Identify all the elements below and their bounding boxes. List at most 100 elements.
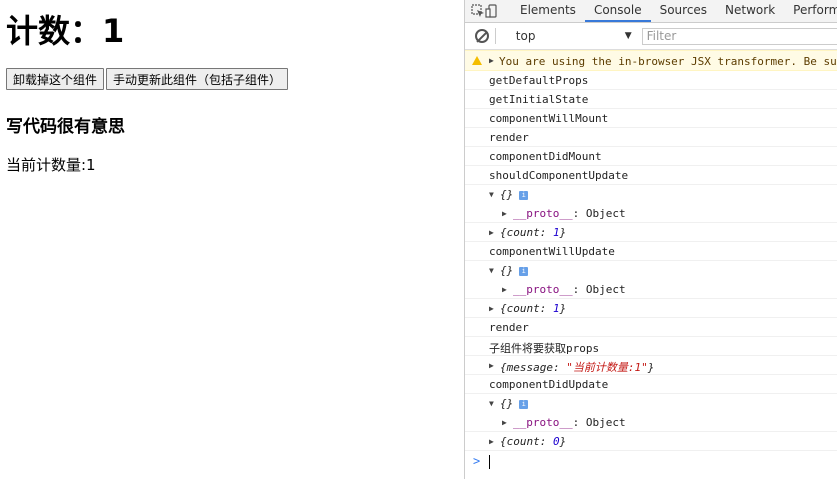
obj-close: } bbox=[559, 302, 567, 315]
log-line: componentWillMount bbox=[465, 109, 837, 128]
log-object[interactable]: ▼ {} i ▶ __proto__: Object bbox=[465, 394, 837, 432]
obj-number: 0 bbox=[552, 435, 560, 448]
context-selector[interactable]: top ▼ bbox=[516, 29, 632, 43]
obj-key: {count: bbox=[500, 226, 553, 239]
context-label: top bbox=[515, 29, 536, 43]
unmount-button[interactable]: 卸载掉这个组件 bbox=[6, 68, 105, 90]
log-object[interactable]: ▶ {message: "当前计数量:1"} bbox=[465, 356, 837, 375]
proto-key: __proto__ bbox=[513, 416, 573, 429]
log-text: componentDidMount bbox=[489, 150, 602, 163]
object-braces: {} bbox=[500, 188, 514, 201]
expand-triangle-icon[interactable]: ▶ bbox=[502, 209, 507, 218]
obj-key: {count: bbox=[500, 302, 553, 315]
log-object[interactable]: ▶ {count: 1} bbox=[465, 299, 837, 318]
button-group: 卸载掉这个组件 手动更新此组件（包括子组件） bbox=[6, 68, 290, 90]
inspect-icon[interactable] bbox=[471, 1, 485, 21]
console-log: ▶ You are using the in-browser JSX trans… bbox=[465, 50, 837, 473]
object-preview: {} i bbox=[500, 264, 529, 277]
object-preview: {} i bbox=[500, 188, 529, 201]
proto-value: : Object bbox=[572, 416, 626, 429]
page-content: 计数：1 卸载掉这个组件 手动更新此组件（包括子组件） 写代码很有意思 当前计数… bbox=[0, 0, 464, 479]
collapse-triangle-icon[interactable]: ▼ bbox=[489, 399, 494, 408]
obj-number: 1 bbox=[552, 302, 560, 315]
log-line: getDefaultProps bbox=[465, 71, 837, 90]
toolbar-separator bbox=[494, 28, 496, 44]
obj-key: {count: bbox=[500, 435, 553, 448]
expand-triangle-icon[interactable]: ▶ bbox=[502, 285, 507, 294]
log-line: render bbox=[465, 318, 837, 337]
expand-triangle-icon[interactable]: ▶ bbox=[489, 228, 494, 237]
proto-value: : Object bbox=[572, 207, 626, 220]
expand-triangle-icon[interactable]: ▶ bbox=[489, 361, 494, 370]
object-braces: {} bbox=[500, 397, 514, 410]
info-icon: i bbox=[519, 191, 529, 200]
count-text: 当前计数量:1 bbox=[6, 156, 96, 174]
expand-triangle-icon[interactable]: ▶ bbox=[502, 418, 507, 427]
tab-network[interactable]: Network bbox=[716, 0, 784, 22]
object-preview: {message: "当前计数量:1"} bbox=[500, 359, 655, 374]
obj-string: "当前计数量:1" bbox=[566, 361, 648, 374]
console-warning[interactable]: ▶ You are using the in-browser JSX trans… bbox=[465, 50, 837, 71]
log-line: shouldComponentUpdate bbox=[465, 166, 837, 185]
proto-entry: __proto__: Object bbox=[513, 283, 626, 296]
log-object[interactable]: ▼ {} i ▶ __proto__: Object bbox=[465, 261, 837, 299]
obj-key: {message: bbox=[500, 361, 567, 374]
log-line: render bbox=[465, 128, 837, 147]
obj-number: 1 bbox=[552, 226, 560, 239]
object-preview: {count: 1} bbox=[500, 226, 566, 239]
log-text: getInitialState bbox=[489, 93, 589, 106]
log-text: shouldComponentUpdate bbox=[489, 169, 629, 182]
object-preview: {count: 0} bbox=[500, 435, 566, 448]
log-object[interactable]: ▼ {} i ▶ __proto__: Object bbox=[465, 185, 837, 223]
log-line: getInitialState bbox=[465, 90, 837, 109]
proto-entry: __proto__: Object bbox=[513, 416, 626, 429]
log-object[interactable]: ▶ {count: 1} bbox=[465, 223, 837, 242]
log-text: getDefaultProps bbox=[489, 74, 589, 87]
info-icon: i bbox=[519, 267, 529, 276]
log-line: componentWillUpdate bbox=[465, 242, 837, 261]
tab-sources[interactable]: Sources bbox=[651, 0, 716, 22]
proto-entry: __proto__: Object bbox=[513, 207, 626, 220]
info-icon: i bbox=[519, 400, 529, 409]
sub-heading: 写代码很有意思 bbox=[6, 117, 125, 137]
log-text: render bbox=[489, 321, 529, 334]
obj-close: } bbox=[647, 361, 655, 374]
expand-triangle-icon[interactable]: ▶ bbox=[489, 56, 494, 65]
tab-elements[interactable]: Elements bbox=[511, 0, 585, 22]
console-prompt[interactable]: > bbox=[465, 451, 837, 473]
log-object[interactable]: ▶ {count: 0} bbox=[465, 432, 837, 451]
text-caret bbox=[489, 455, 490, 469]
warning-icon bbox=[472, 56, 482, 65]
obj-close: } bbox=[559, 226, 567, 239]
clear-console-icon[interactable] bbox=[475, 29, 489, 43]
filter-input[interactable]: Filter bbox=[641, 27, 837, 45]
expand-triangle-icon[interactable]: ▶ bbox=[489, 437, 494, 446]
warning-text: You are using the in-browser JSX transfo… bbox=[499, 55, 837, 68]
log-line: componentDidUpdate bbox=[465, 375, 837, 394]
expand-triangle-icon[interactable]: ▶ bbox=[489, 304, 494, 313]
prompt-symbol: > bbox=[473, 454, 481, 468]
collapse-triangle-icon[interactable]: ▼ bbox=[489, 266, 494, 275]
log-line: componentDidMount bbox=[465, 147, 837, 166]
device-icon[interactable] bbox=[485, 1, 499, 21]
devtools-tabbar: Elements Console Sources Network Perform bbox=[465, 0, 837, 23]
tab-performance[interactable]: Perform bbox=[784, 0, 837, 22]
log-text: render bbox=[489, 131, 529, 144]
proto-key: __proto__ bbox=[513, 283, 573, 296]
obj-close: } bbox=[559, 435, 567, 448]
object-braces: {} bbox=[500, 264, 514, 277]
log-text: componentWillUpdate bbox=[489, 245, 615, 258]
object-preview: {} i bbox=[500, 397, 529, 410]
proto-value: : Object bbox=[572, 283, 626, 296]
force-update-button[interactable]: 手动更新此组件（包括子组件） bbox=[106, 68, 289, 90]
object-preview: {count: 1} bbox=[500, 302, 566, 315]
tab-console[interactable]: Console bbox=[584, 0, 651, 22]
devtools-panel: Elements Console Sources Network Perform… bbox=[464, 0, 837, 479]
dropdown-arrow-icon: ▼ bbox=[624, 31, 632, 41]
count-heading: 计数：1 bbox=[6, 12, 125, 50]
log-text: componentDidUpdate bbox=[489, 378, 609, 391]
log-text: 子组件将要获取props bbox=[489, 342, 600, 355]
collapse-triangle-icon[interactable]: ▼ bbox=[489, 190, 494, 199]
log-line: 子组件将要获取props bbox=[465, 337, 837, 356]
console-toolbar: top ▼ Filter bbox=[465, 23, 837, 50]
